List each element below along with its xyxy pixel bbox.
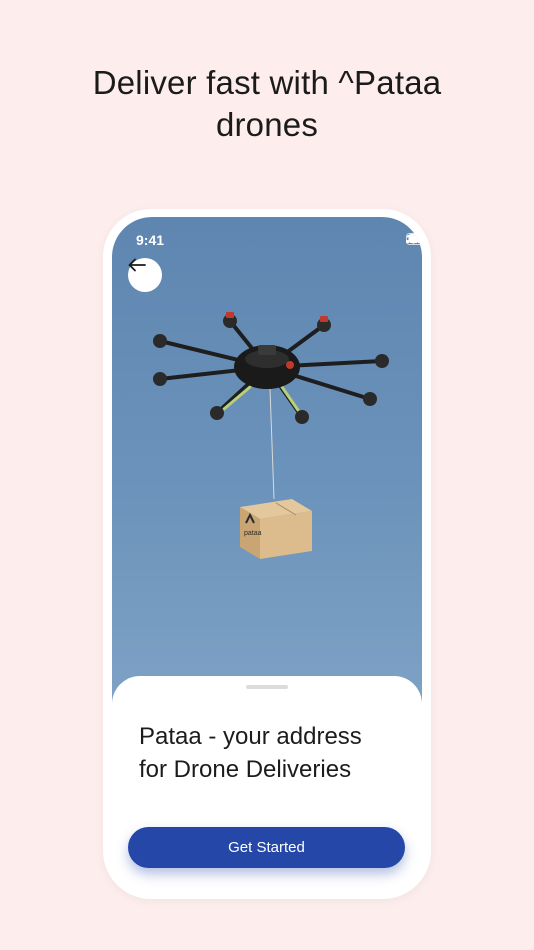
sheet-title-line-1: Pataa - your address (139, 723, 362, 750)
battery-icon (406, 233, 422, 245)
get-started-button[interactable]: Get Started (128, 827, 405, 868)
onboarding-headline: Deliver fast with ^Pataa drones (0, 62, 534, 146)
drone-delivery-photo: pataa 9:41 (112, 217, 422, 717)
phone-mockup: pataa 9:41 Pataa - your address for Dron… (103, 209, 431, 899)
drone-illustration: pataa (153, 312, 389, 559)
bottom-sheet: Pataa - your address for Drone Deliverie… (112, 676, 422, 891)
status-bar: 9:41 (112, 217, 422, 261)
sheet-title: Pataa - your address for Drone Deliverie… (139, 720, 409, 786)
headline-line-1: Deliver fast with ^Pataa (92, 64, 442, 101)
status-time: 9:41 (136, 232, 165, 248)
sheet-drag-handle[interactable] (246, 685, 288, 689)
headline-line-2: drones (215, 106, 319, 143)
back-button[interactable] (128, 258, 162, 292)
phone-screen: pataa 9:41 Pataa - your address for Dron… (112, 217, 422, 891)
sheet-title-line-2: for Drone Deliveries (139, 756, 352, 783)
arrow-left-icon (128, 258, 146, 272)
package-label: pataa (244, 530, 262, 537)
package-box: pataa (240, 499, 312, 559)
